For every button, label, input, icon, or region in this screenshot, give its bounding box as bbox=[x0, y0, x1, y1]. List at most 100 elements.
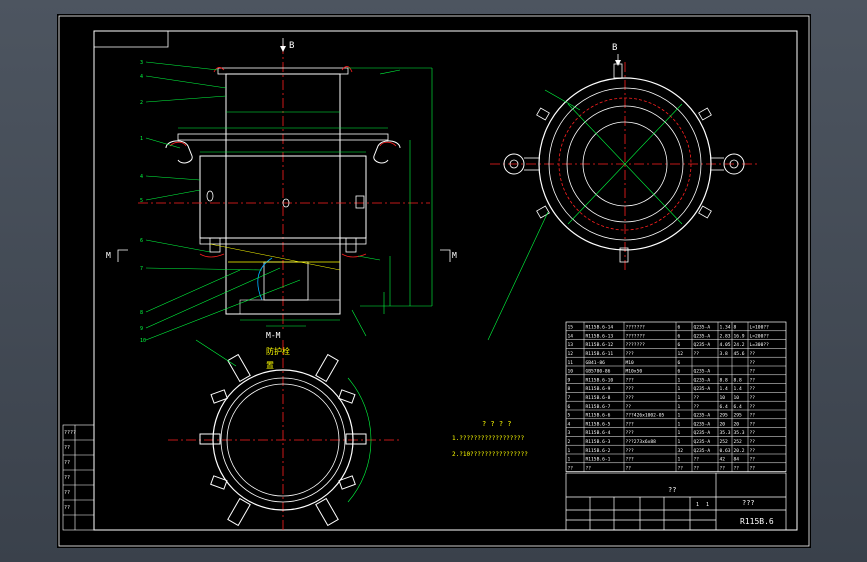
bom-cell: 295 bbox=[720, 413, 729, 419]
bom-cell: Q235-A bbox=[694, 369, 711, 375]
bom-cell: R115B.6-11 bbox=[586, 351, 614, 357]
bom-cell: ??? bbox=[626, 377, 635, 383]
bom-cell: Q235-A bbox=[694, 430, 711, 436]
bom-cell: ??? bbox=[626, 448, 635, 454]
bom-cell: 1 bbox=[678, 439, 681, 445]
bom-cell: R115B.6-8 bbox=[586, 395, 611, 401]
title-name: ?? bbox=[668, 486, 676, 494]
bom-cell: ?? bbox=[750, 439, 756, 445]
section-b-top-label: B bbox=[612, 43, 617, 53]
bom-cell: ?? bbox=[750, 360, 756, 366]
bom-cell: ???273x6x88 bbox=[626, 439, 657, 445]
bom-cell: ??? bbox=[626, 351, 635, 357]
bom-cell: 2.83 bbox=[720, 333, 731, 339]
bom-cell: 6 bbox=[678, 333, 681, 339]
bom-cell: 8.8 bbox=[720, 377, 729, 383]
scale-value: 1 bbox=[696, 502, 699, 508]
bom-cell: Q235-A bbox=[694, 325, 711, 331]
bom-cell: 11 bbox=[568, 360, 574, 366]
bom-cell: R115B.6-7 bbox=[586, 404, 611, 410]
bom-cell: 35.3 bbox=[734, 430, 745, 436]
section-m-left: M bbox=[106, 251, 111, 260]
bom-cell: ?? bbox=[694, 465, 700, 471]
bom-cell: 20.2 bbox=[734, 448, 745, 454]
bom-cell: Q235-A bbox=[694, 439, 711, 445]
bom-cell: ?? bbox=[626, 404, 632, 410]
sheet-value: 1 bbox=[706, 502, 709, 508]
bom-cell: ?? bbox=[750, 448, 756, 454]
bom-cell: 32 bbox=[678, 448, 684, 454]
bom-cell: 252 bbox=[720, 439, 729, 445]
bom-cell: 6 bbox=[678, 342, 681, 348]
bom-cell: ?? bbox=[626, 465, 632, 471]
bom-cell: 6 bbox=[678, 369, 681, 375]
protect-label: 防护栓 bbox=[266, 346, 290, 356]
bom-cell: R115B.6-2 bbox=[586, 448, 611, 454]
tech-title: ? ? ? ? bbox=[482, 420, 512, 428]
bom-cell: Q235-A bbox=[694, 421, 711, 427]
bom-cell: 2 bbox=[568, 439, 571, 445]
bom-cell: 252 bbox=[734, 439, 743, 445]
bom-cell: 6 bbox=[568, 404, 571, 410]
bom-cell: 1 bbox=[568, 448, 571, 454]
bom-cell: 1 bbox=[678, 404, 681, 410]
bom-table: 15 R115B.6-14??????? 6 Q235-A 1.34 8 L=100??14… bbox=[565, 321, 787, 472]
bom-cell: ?? bbox=[568, 465, 574, 471]
bom-cell: R115B.6-5 bbox=[586, 421, 611, 427]
bom-cell: 1 bbox=[568, 457, 571, 463]
section-m-right: M bbox=[452, 251, 457, 260]
stamp-text: ?? bbox=[64, 490, 70, 496]
part-label: 7 bbox=[140, 266, 143, 272]
bom-cell: 16.9 bbox=[734, 333, 745, 339]
bom-cell: ???426x1002-05 bbox=[626, 413, 665, 419]
bom-cell: Q235-A bbox=[694, 448, 711, 454]
bom-cell: ??? bbox=[626, 457, 635, 463]
part-label: 10 bbox=[140, 338, 146, 344]
section-mm-label: M-M bbox=[266, 331, 281, 340]
bom-cell: 8.8 bbox=[734, 377, 743, 383]
bom-cell: ?? bbox=[694, 351, 700, 357]
stamp-text: ?? bbox=[64, 505, 70, 511]
bom-cell: 10 bbox=[734, 395, 740, 401]
bom-cell: ?? bbox=[750, 377, 756, 383]
bom-cell: 1 bbox=[678, 386, 681, 392]
bom-cell: R115B.6-9 bbox=[586, 386, 611, 392]
bom-cell: 1.34 bbox=[720, 325, 731, 331]
bom-cell: 0.63 bbox=[720, 448, 731, 454]
bom-cell: 1 bbox=[678, 413, 681, 419]
stamp-text: ???? bbox=[64, 430, 76, 436]
bom-cell: ?? bbox=[750, 351, 756, 357]
bom-cell: 12 bbox=[568, 351, 574, 357]
title-qty: ??? bbox=[742, 499, 755, 507]
bom-cell: 35.3 bbox=[720, 430, 731, 436]
bom-cell: ??? bbox=[626, 386, 635, 392]
bom-cell: ?? bbox=[734, 465, 740, 471]
bom-cell: Q235-A bbox=[694, 377, 711, 383]
bom-cell: ?? bbox=[750, 421, 756, 427]
bom-cell: 1.4 bbox=[720, 386, 729, 392]
bom-cell: 13 bbox=[568, 342, 574, 348]
tech-note-1: 1.?????????????????? bbox=[452, 435, 525, 442]
drawing-number: R115B.6 bbox=[740, 517, 774, 526]
bom-cell: ??????? bbox=[626, 333, 646, 339]
bom-cell: 15 bbox=[568, 325, 574, 331]
bom-cell: GB5780-86 bbox=[586, 369, 611, 375]
bom-cell: 1 bbox=[678, 377, 681, 383]
bom-cell: R115B.6-13 bbox=[586, 333, 614, 339]
bom-cell: ?? bbox=[750, 430, 756, 436]
bom-cell: 295 bbox=[734, 413, 743, 419]
bom-cell: 3 bbox=[568, 430, 571, 436]
bom-cell: L=200?? bbox=[750, 333, 770, 339]
bom-cell: 12 bbox=[678, 351, 684, 357]
bom-cell: ?? bbox=[694, 404, 700, 410]
bom-cell: M10 bbox=[626, 360, 635, 366]
bom-cell: ?? bbox=[750, 369, 756, 375]
bom-cell: 8 bbox=[568, 386, 571, 392]
part-label: 9 bbox=[140, 326, 143, 332]
stamp-text: ?? bbox=[64, 475, 70, 481]
bom-cell: 4 bbox=[568, 421, 571, 427]
bom-cell: 4.05 bbox=[720, 342, 731, 348]
bom-cell: Q235-A bbox=[694, 333, 711, 339]
bom-cell: ??? bbox=[626, 430, 635, 436]
bom-cell: 1 bbox=[678, 430, 681, 436]
